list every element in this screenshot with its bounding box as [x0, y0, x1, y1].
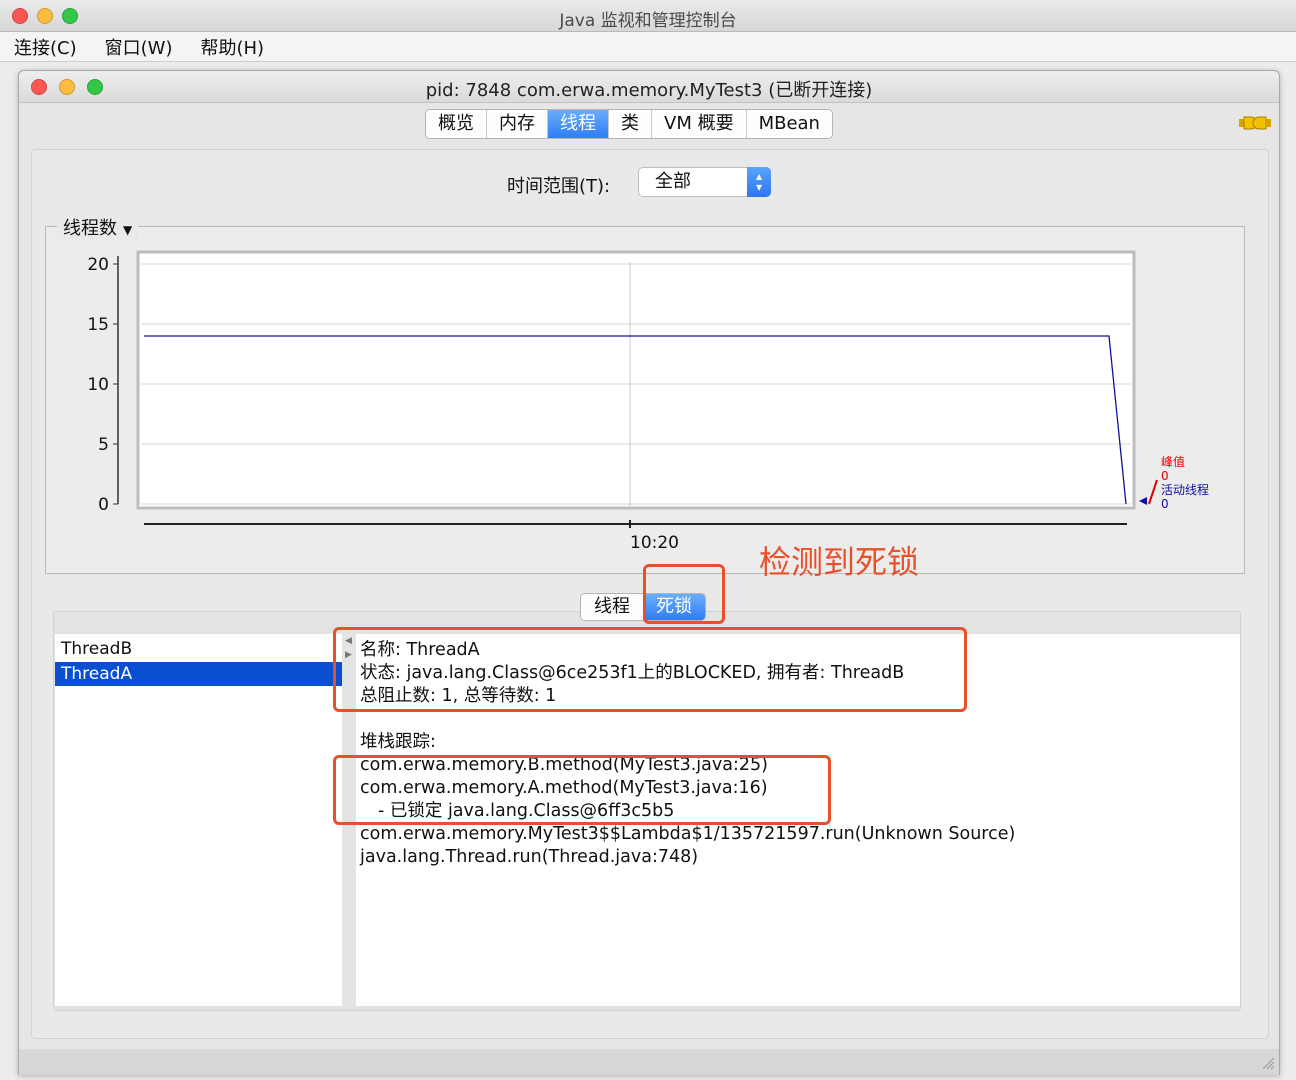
legend-peak-label: 峰值	[1161, 454, 1185, 469]
tab-mbean[interactable]: MBean	[746, 110, 832, 138]
highlight-stack-frames	[333, 755, 831, 825]
legend-pointer	[1148, 479, 1158, 505]
window-titlebar: Java 监视和管理控制台	[0, 0, 1296, 32]
time-range-label: 时间范围(T):	[507, 176, 611, 197]
y-tick-label: 15	[87, 315, 109, 335]
list-item[interactable]: ThreadA	[55, 662, 342, 686]
highlight-thread-info	[333, 627, 967, 712]
highlight-deadlock-tab	[643, 564, 725, 624]
y-ticks: 20 15 10 5 0	[87, 255, 118, 515]
connection-titlebar: pid: 7848 com.erwa.memory.MyTest3 (已断开连接…	[19, 71, 1279, 103]
plot-area	[136, 250, 1136, 510]
list-item[interactable]: ThreadB	[55, 637, 342, 661]
tab-overview[interactable]: 概览	[426, 110, 487, 138]
y-tick-label: 20	[87, 255, 109, 275]
menu-connect[interactable]: 连接(C)	[14, 34, 77, 60]
main-tabs: 概览 内存 线程 类 VM 概要 MBean	[425, 109, 833, 139]
disconnected-plug-icon[interactable]	[1237, 113, 1273, 133]
y-tick-label: 0	[98, 495, 109, 515]
select-arrows-icon: ▴ ▾	[747, 167, 771, 197]
y-tick-label: 10	[87, 375, 109, 395]
legend-live-label: 活动线程	[1161, 482, 1209, 497]
legend-peak-value: 0	[1161, 469, 1169, 483]
tab-threads[interactable]: 线程	[548, 110, 609, 138]
tab-vm-summary[interactable]: VM 概要	[652, 110, 747, 138]
thread-count-chart: 20 15 10 5 0 10:20 峰值 0 活动线程 0	[87, 250, 1209, 553]
menu-help[interactable]: 帮助(H)	[200, 34, 264, 60]
stack-frame: com.erwa.memory.MyTest3$$Lambda$1/135721…	[360, 824, 1016, 844]
series-marker-icon	[1139, 497, 1147, 505]
time-range-value: 全部	[655, 171, 691, 192]
stack-title: 堆栈跟踪:	[360, 732, 436, 752]
status-strip	[19, 1049, 1279, 1075]
window-title: Java 监视和管理控制台	[559, 11, 737, 31]
connection-window: pid: 7848 com.erwa.memory.MyTest3 (已断开连接…	[18, 70, 1280, 1075]
thread-list[interactable]: ThreadB ThreadA	[55, 634, 342, 1006]
stack-frame: java.lang.Thread.run(Thread.java:748)	[360, 847, 699, 867]
menu-bar: 连接(C) 窗口(W) 帮助(H)	[0, 32, 1296, 62]
time-range-select[interactable]: 全部 ▴ ▾	[638, 167, 771, 197]
tab-memory[interactable]: 内存	[487, 110, 548, 138]
legend-live-value: 0	[1161, 497, 1169, 511]
x-tick-label: 10:20	[630, 533, 679, 553]
connection-title: pid: 7848 com.erwa.memory.MyTest3 (已断开连接…	[425, 80, 873, 101]
deadlock-annotation: 检测到死锁	[759, 543, 920, 581]
y-tick-label: 5	[98, 435, 109, 455]
menu-window[interactable]: 窗口(W)	[105, 34, 173, 60]
subtab-threads[interactable]: 线程	[581, 594, 643, 620]
resize-grip-icon[interactable]	[1261, 1056, 1275, 1070]
tab-classes[interactable]: 类	[609, 110, 652, 138]
